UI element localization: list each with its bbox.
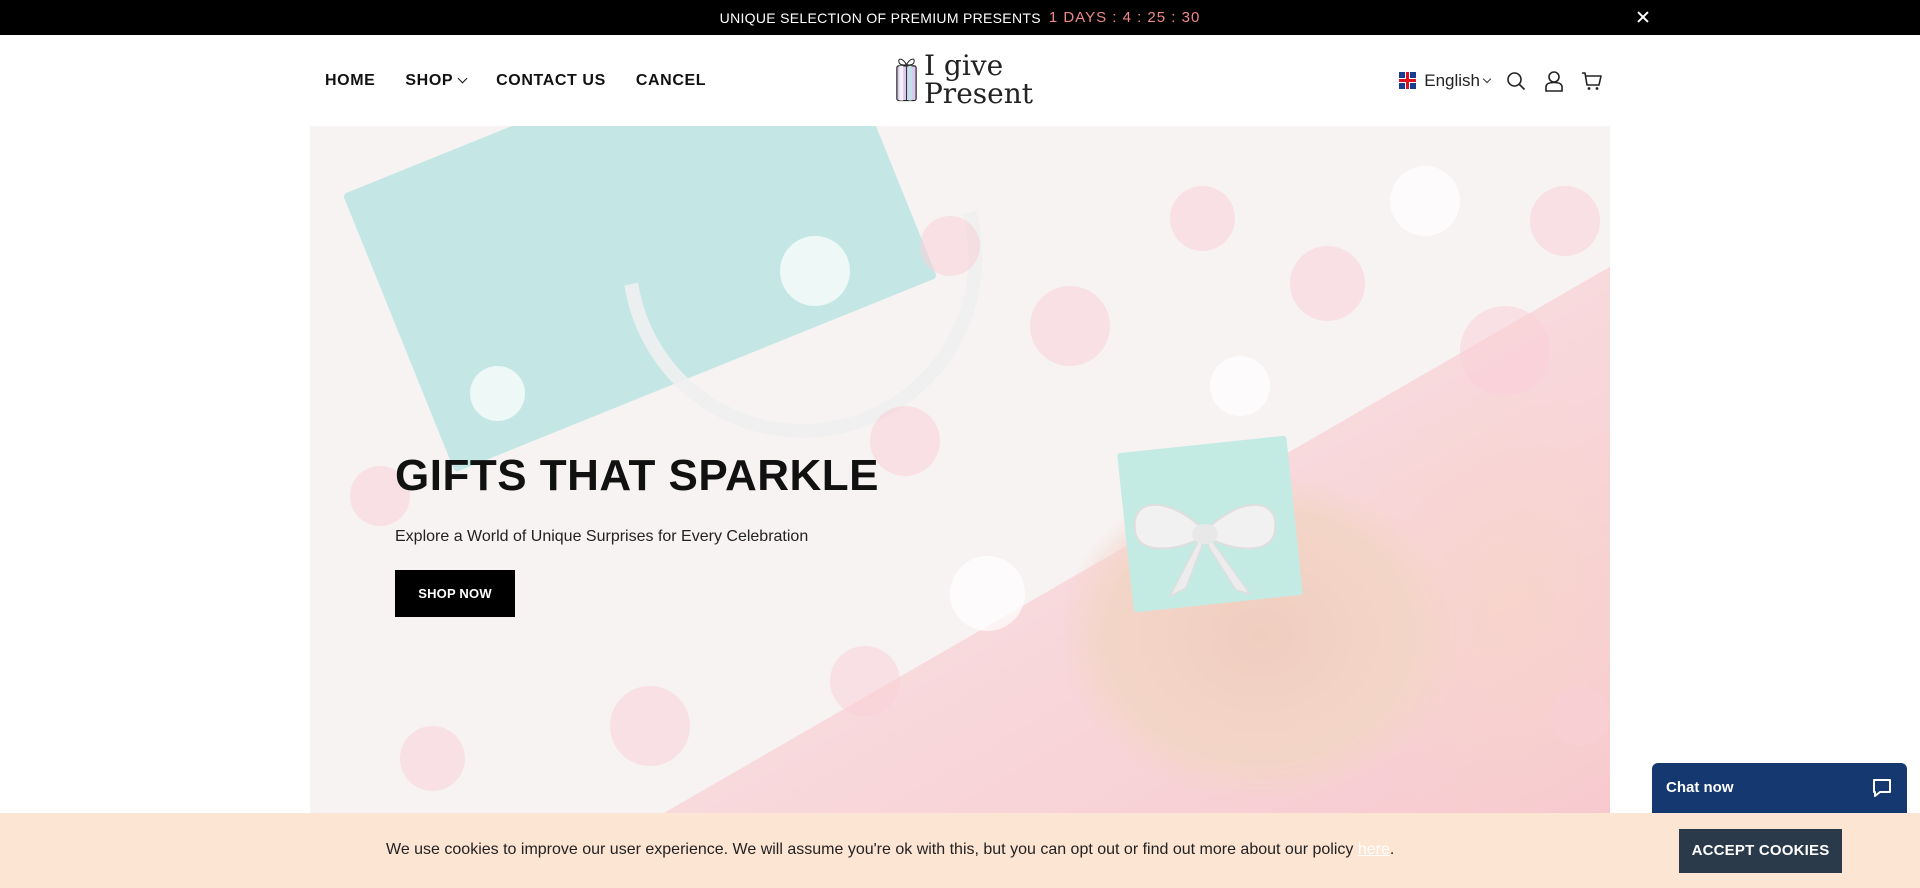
nav-item-contact-us[interactable]: CONTACT US bbox=[496, 72, 606, 90]
nav-item-label: SHOP bbox=[405, 71, 454, 89]
nav-item-home[interactable]: HOME bbox=[325, 72, 375, 90]
nav-item-label: CONTACT US bbox=[496, 71, 606, 89]
cookie-banner: We use cookies to improve our user exper… bbox=[0, 813, 1920, 888]
cookie-text: We use cookies to improve our user exper… bbox=[386, 841, 1394, 859]
main-nav: HOME SHOP CONTACT US CANCEL bbox=[325, 35, 706, 126]
chat-label: Chat now bbox=[1666, 779, 1734, 796]
logo-line-2: Present bbox=[923, 77, 1033, 110]
cart-icon[interactable] bbox=[1580, 69, 1604, 93]
gift-box-logo-icon bbox=[896, 58, 917, 102]
cookie-policy-link[interactable]: here bbox=[1358, 841, 1390, 858]
accept-cookies-button[interactable]: ACCEPT COOKIES bbox=[1679, 829, 1842, 873]
hero-content: GIFTS THAT SPARKLE Explore a World of Un… bbox=[395, 451, 879, 617]
cookie-trailing: . bbox=[1389, 841, 1395, 858]
nav-item-label: HOME bbox=[325, 71, 376, 89]
announcement-message: UNIQUE SELECTION OF PREMIUM PRESENTS bbox=[719, 9, 1041, 26]
close-icon[interactable] bbox=[1634, 8, 1652, 26]
countdown-timer: 1 DAYS : 4 : 25 : 30 bbox=[1048, 9, 1201, 26]
chat-bubble-icon bbox=[1873, 779, 1891, 797]
uk-flag-icon bbox=[1399, 72, 1417, 89]
hero-banner: GIFTS THAT SPARKLE Explore a World of Un… bbox=[310, 126, 1610, 813]
nav-item-label: CANCEL bbox=[635, 71, 707, 89]
announcement-bar: UNIQUE SELECTION OF PREMIUM PRESENTS 1 D… bbox=[0, 0, 1920, 35]
hero-subtitle: Explore a World of Unique Surprises for … bbox=[395, 528, 809, 545]
hero-title: GIFTS THAT SPARKLE bbox=[395, 451, 880, 500]
language-label: English bbox=[1424, 70, 1480, 90]
logo-wordmark: I give Present bbox=[924, 52, 1033, 108]
cookie-message: We use cookies to improve our user exper… bbox=[386, 841, 1358, 858]
chat-widget[interactable]: Chat now bbox=[1652, 763, 1907, 813]
site-logo[interactable]: I give Present bbox=[893, 41, 1033, 119]
nav-item-shop[interactable]: SHOP bbox=[405, 71, 468, 90]
logo-line-1: I give bbox=[923, 49, 1004, 82]
search-icon[interactable] bbox=[1504, 69, 1528, 93]
shop-now-button[interactable]: SHOP NOW bbox=[395, 570, 515, 617]
language-selector[interactable]: English bbox=[1399, 70, 1492, 91]
account-icon[interactable] bbox=[1542, 69, 1566, 93]
site-header: HOME SHOP CONTACT US CANCEL I give Prese… bbox=[0, 35, 1920, 126]
nav-item-cancel[interactable]: CANCEL bbox=[636, 72, 706, 90]
header-tools: English bbox=[1399, 35, 1604, 126]
chevron-down-icon bbox=[457, 73, 468, 84]
chevron-down-icon bbox=[1482, 74, 1492, 84]
